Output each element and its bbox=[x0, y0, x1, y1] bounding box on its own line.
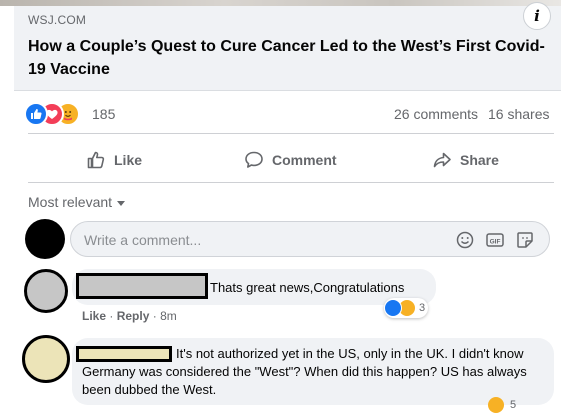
link-domain: WSJ.COM bbox=[28, 13, 87, 27]
reaction-icons[interactable] bbox=[24, 102, 86, 126]
comment-icon bbox=[245, 151, 263, 168]
like-button[interactable]: Like bbox=[86, 143, 142, 177]
comment-reactions[interactable]: 5 bbox=[488, 396, 516, 414]
comment-sort-label: Most relevant bbox=[28, 194, 113, 210]
comment-bubble: It's not authorized yet in the US, only … bbox=[72, 338, 554, 405]
comment-bubble: Thats great news,Congratulations bbox=[72, 269, 436, 305]
comment-reaction-count: 3 bbox=[419, 302, 426, 314]
comment-like-link[interactable]: Like bbox=[82, 309, 106, 323]
separator-dot: · bbox=[109, 309, 117, 323]
sticker-icon[interactable] bbox=[515, 230, 535, 250]
share-button-label: Share bbox=[460, 152, 499, 168]
commenter-avatar[interactable] bbox=[24, 269, 68, 313]
post-stats: 185 26 comments 16 shares bbox=[14, 100, 554, 126]
comment-button[interactable]: Comment bbox=[244, 143, 337, 177]
commenter-avatar[interactable] bbox=[22, 335, 70, 383]
reaction-count[interactable]: 185 bbox=[92, 106, 115, 122]
redacted-commenter-name[interactable] bbox=[76, 273, 208, 299]
like-reaction-icon bbox=[24, 102, 48, 126]
share-button[interactable]: Share bbox=[432, 143, 499, 177]
separator-dot: · bbox=[152, 309, 161, 323]
comment-meta: Like · Reply · 8m bbox=[82, 309, 177, 323]
comment-button-label: Comment bbox=[272, 152, 337, 168]
caret-down-icon bbox=[117, 200, 126, 206]
comment-text: It's not authorized yet in the US, only … bbox=[82, 346, 527, 397]
haha-reaction-icon bbox=[488, 397, 504, 413]
post-actions: Like Comment Share bbox=[14, 143, 561, 177]
link-preview-card[interactable]: i WSJ.COM How a Couple’s Quest to Cure C… bbox=[14, 2, 561, 91]
comments-count[interactable]: 26 comments bbox=[394, 106, 478, 122]
comment-input[interactable]: Write a comment... GIF bbox=[70, 221, 550, 257]
comment-sort-dropdown[interactable]: Most relevant bbox=[28, 194, 126, 210]
divider bbox=[28, 133, 554, 134]
info-icon[interactable]: i bbox=[523, 2, 551, 30]
comment-reply-link[interactable]: Reply bbox=[117, 309, 150, 323]
comment-text: Thats great news,Congratulations bbox=[210, 280, 405, 295]
like-reaction-icon bbox=[384, 299, 402, 317]
share-icon bbox=[433, 152, 451, 168]
like-button-label: Like bbox=[114, 152, 143, 168]
comment-reactions[interactable]: 3 bbox=[384, 298, 429, 318]
comment-input-placeholder: Write a comment... bbox=[84, 232, 202, 248]
link-headline[interactable]: How a Couple’s Quest to Cure Cancer Led … bbox=[28, 35, 548, 81]
thumbs-up-icon bbox=[87, 151, 105, 169]
current-user-avatar[interactable] bbox=[25, 219, 65, 259]
svg-text:GIF: GIF bbox=[490, 238, 501, 245]
comment-reaction-count: 5 bbox=[510, 399, 517, 411]
comment-timestamp[interactable]: 8m bbox=[160, 309, 177, 323]
emoji-icon[interactable] bbox=[455, 230, 475, 250]
gif-icon[interactable]: GIF bbox=[485, 230, 505, 250]
divider bbox=[28, 182, 554, 183]
shares-count[interactable]: 16 shares bbox=[488, 106, 549, 122]
